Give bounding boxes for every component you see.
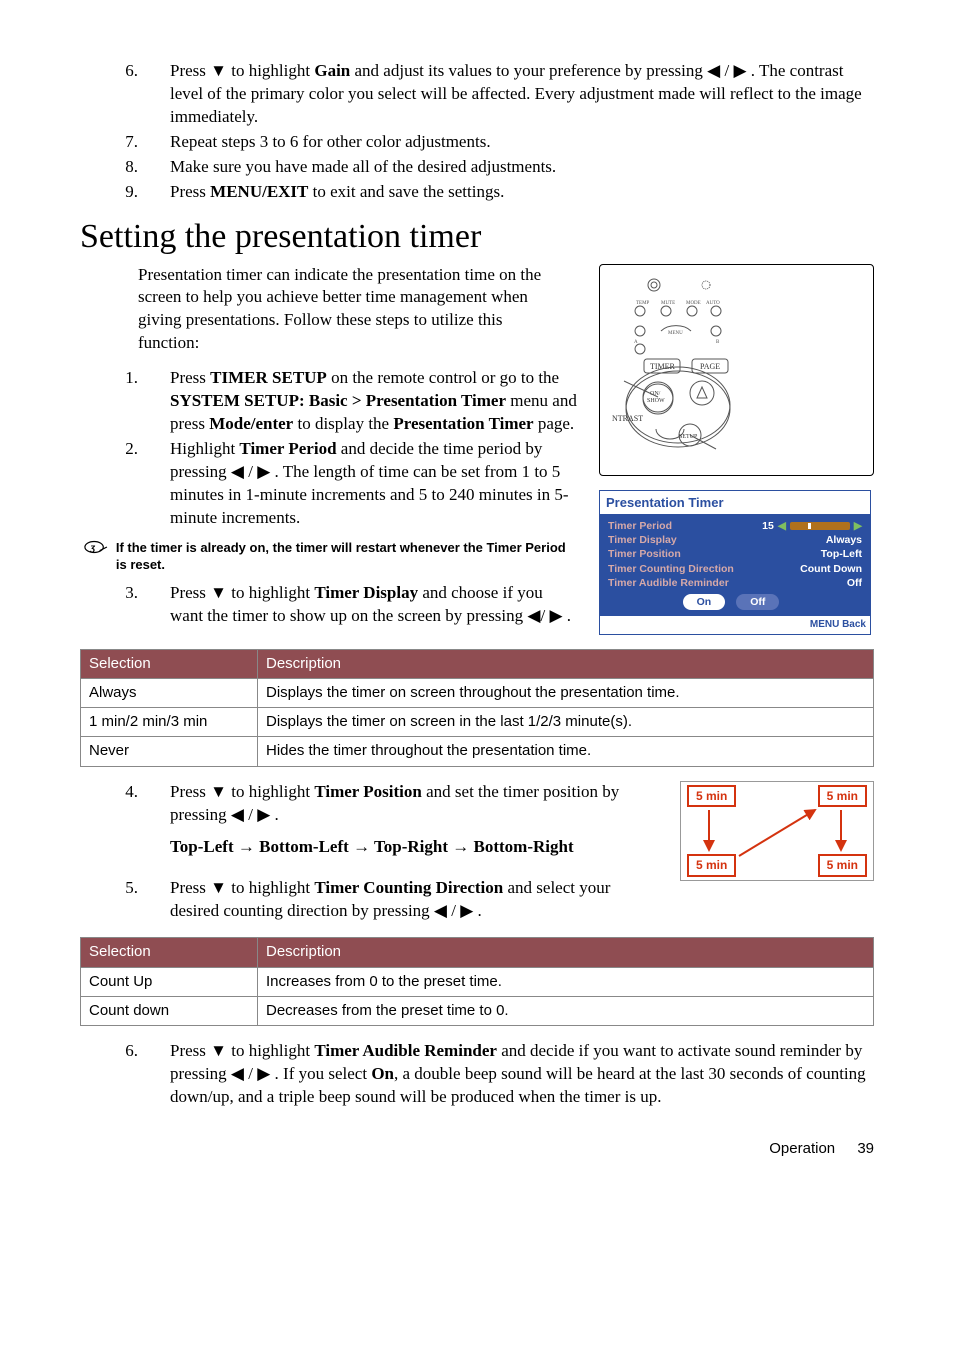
table-cell: Displays the timer on screen in the last… [258,708,874,737]
step-3: Press ▼ to highlight Timer Display and c… [80,582,577,628]
table-cell: 1 min/2 min/3 min [81,708,258,737]
svg-text:B: B [716,340,720,345]
step: Press MENU/EXIT to exit and save the set… [138,181,874,204]
step: Press ▼ to highlight Timer Counting Dire… [138,877,662,923]
step: Press ▼ to highlight Timer Audible Remin… [138,1040,874,1109]
page-number: 39 [857,1140,874,1157]
svg-text:MUTE: MUTE [661,301,675,306]
osd-off-pill: Off [736,594,779,610]
osd-row-value: 15 [762,519,774,533]
steps-1-2: Press TIMER SETUP on the remote control … [80,367,577,530]
osd-title: Presentation Timer [600,491,870,516]
timer-position-diagram: 5 min 5 min 5 min 5 min [680,781,874,881]
step: Repeat steps 3 to 6 for other color adju… [138,131,874,154]
page-footer: Operation 39 [80,1139,874,1159]
page-label: PAGE [700,362,720,371]
section-name: Operation [769,1140,835,1157]
osd-row-value: Count Down [800,562,862,576]
step-4: Press ▼ to highlight Timer Position and … [80,781,662,860]
table-cell: Hides the timer throughout the presentat… [258,737,874,766]
osd-row-value: Top-Left [821,547,862,561]
svg-text:SHOW: SHOW [647,398,665,404]
timer-display-table: Selection Description AlwaysDisplays the… [80,649,874,767]
timer-label: TIMER [650,362,676,371]
step-6: Press ▼ to highlight Timer Audible Remin… [80,1040,874,1109]
step: Make sure you have made all of the desir… [138,156,874,179]
slider-track [790,522,850,530]
svg-text:MENU: MENU [668,331,683,336]
note-icon: ʒ [84,538,108,556]
osd-row-value: Off [847,576,862,590]
intro-paragraph: Presentation timer can indicate the pres… [138,264,558,356]
table-header: Selection [81,938,258,967]
position-sequence: Top-Left → Bottom-Left → Top-Right → Bot… [170,836,662,859]
slider-right-icon: ▶ [854,519,862,533]
step: Press ▼ to highlight Gain and adjust its… [138,60,874,129]
setup-label: SETUP [679,434,698,440]
note-text: If the timer is already on, the timer wi… [116,538,577,574]
table-cell: Decreases from the preset time to 0. [258,996,874,1025]
table-cell: Displays the timer on screen throughout … [258,678,874,707]
osd-row-label: Timer Audible Reminder [608,576,729,590]
ntrast-label: NTRAST [612,414,643,423]
table-cell: Count Up [81,967,258,996]
step: Press ▼ to highlight Timer Position and … [138,781,662,860]
osd-row-label: Timer Counting Direction [608,562,734,576]
osd-presentation-timer: Presentation Timer Timer Period 15 ◀ ▶ T… [599,490,871,635]
svg-text:TEMP: TEMP [636,301,650,306]
table-header: Description [258,649,874,678]
table-cell: Increases from 0 to the preset time. [258,967,874,996]
top-steps: Press ▼ to highlight Gain and adjust its… [80,60,874,204]
pos-arrows-icon [681,782,873,880]
slider-left-icon: ◀ [778,519,786,533]
table-header: Selection [81,649,258,678]
table-cell: Always [81,678,258,707]
table-header: Description [258,938,874,967]
svg-text:AUTO: AUTO [706,301,720,306]
osd-row-label: Timer Display [608,533,677,547]
remote-control-illustration: TEMPMUTEMODEAUTO MENU AB TIMER PAGE [599,264,874,476]
osd-footer: MENU Back [600,616,870,634]
step: Highlight Timer Period and decide the ti… [138,438,577,530]
step: Press TIMER SETUP on the remote control … [138,367,577,436]
table-cell: Count down [81,996,258,1025]
table-cell: Never [81,737,258,766]
osd-on-pill: On [683,594,726,610]
step-5: Press ▼ to highlight Timer Counting Dire… [80,877,662,923]
counting-direction-table: Selection Description Count UpIncreases … [80,937,874,1026]
step: Press ▼ to highlight Timer Display and c… [138,582,577,628]
osd-row-label: Timer Period [608,519,672,533]
osd-row-value: Always [826,533,862,547]
svg-text:MODE: MODE [686,301,701,306]
note-callout: ʒ If the timer is already on, the timer … [84,538,577,574]
osd-row-label: Timer Position [608,547,681,561]
section-heading: Setting the presentation timer [80,214,874,260]
svg-text:ʒ: ʒ [89,542,95,552]
